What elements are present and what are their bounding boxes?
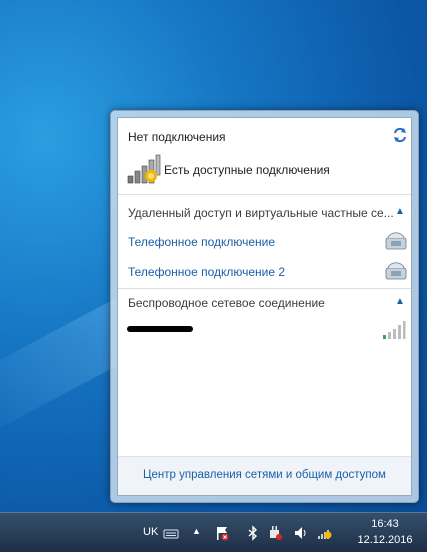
network-flyout: Нет подключения Есть доступные подключен… xyxy=(110,110,419,503)
vpn-section-header[interactable]: Удаленный доступ и виртуальные частные с… xyxy=(128,206,394,220)
chevron-up-icon[interactable]: ▲ xyxy=(395,206,405,217)
signal-warning-icon xyxy=(127,154,161,184)
chevron-up-icon[interactable]: ▲ xyxy=(395,296,405,307)
connection-status-title: Нет подключения xyxy=(128,130,226,144)
taskbar: UK ▲ 16:43 12.12.2016 xyxy=(0,512,427,552)
divider xyxy=(118,194,411,195)
language-indicator[interactable]: UK xyxy=(143,526,158,538)
divider xyxy=(118,288,411,289)
keyboard-icon[interactable] xyxy=(163,525,179,541)
clock-date[interactable]: 12.12.2016 xyxy=(347,534,423,546)
dialup-phone-icon xyxy=(385,232,407,250)
clock-time[interactable]: 16:43 xyxy=(355,518,415,530)
redacted-network-name[interactable] xyxy=(127,326,193,332)
dialup-connection-2[interactable]: Телефонное подключение 2 xyxy=(128,265,285,279)
bluetooth-icon[interactable] xyxy=(245,525,261,541)
dialup-phone-icon xyxy=(385,262,407,280)
available-connections-text: Есть доступные подключения xyxy=(164,163,330,177)
wireless-section-header[interactable]: Беспроводное сетевое соединение xyxy=(128,296,325,310)
network-panel: Нет подключения Есть доступные подключен… xyxy=(117,117,412,496)
network-center-link[interactable]: Центр управления сетями и общим доступом xyxy=(118,469,411,481)
show-hidden-icons-button[interactable]: ▲ xyxy=(192,526,201,536)
refresh-icon[interactable] xyxy=(392,127,408,143)
flyout-footer: Центр управления сетями и общим доступом xyxy=(118,456,411,495)
action-center-flag-icon[interactable] xyxy=(214,525,230,541)
volume-icon[interactable] xyxy=(293,525,309,541)
network-tray-icon[interactable] xyxy=(317,525,333,541)
power-plug-icon[interactable] xyxy=(267,525,283,541)
dialup-connection-1[interactable]: Телефонное подключение xyxy=(128,235,275,249)
wifi-signal-icon xyxy=(383,321,406,339)
